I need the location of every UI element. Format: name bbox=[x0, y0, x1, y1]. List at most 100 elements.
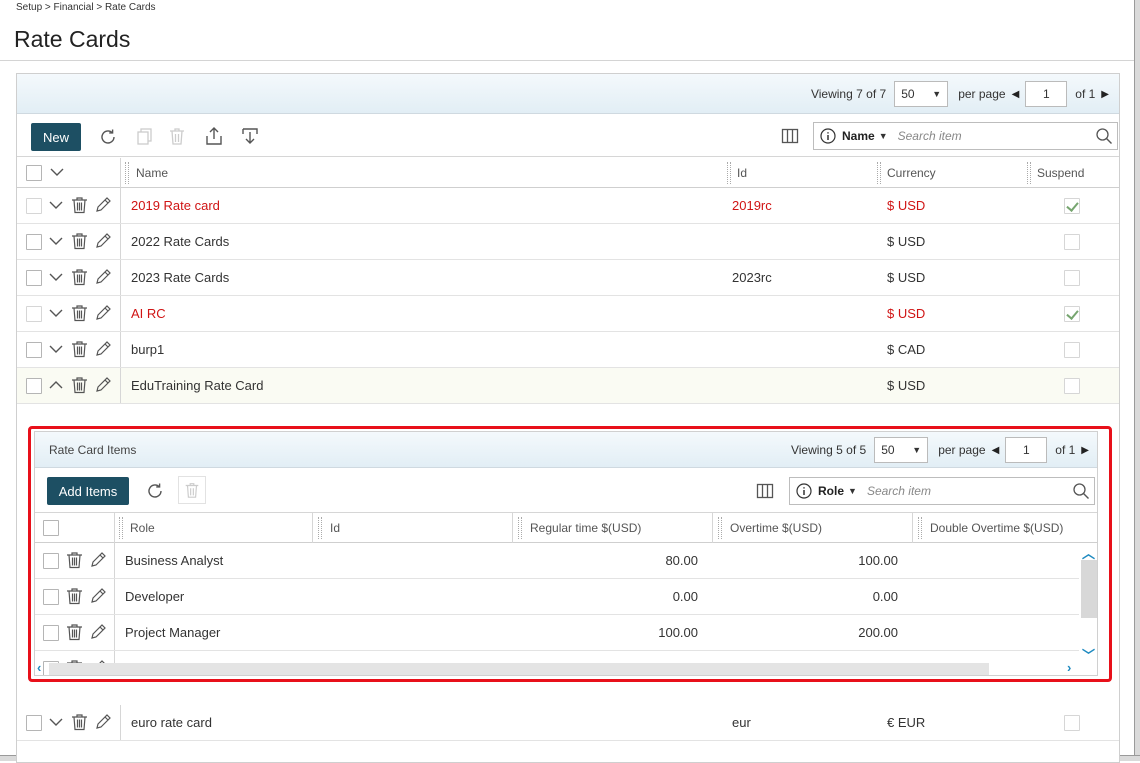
column-grip[interactable] bbox=[125, 162, 129, 184]
column-grip[interactable] bbox=[918, 517, 922, 539]
delete-icon[interactable] bbox=[71, 376, 89, 394]
table-row[interactable]: 2022 Rate Cards $ USD bbox=[17, 224, 1119, 260]
column-header-regular-time[interactable]: Regular time $(USD) bbox=[530, 513, 641, 543]
edit-icon[interactable] bbox=[89, 551, 107, 569]
row-checkbox[interactable] bbox=[43, 553, 59, 569]
next-page-icon[interactable]: ▶ bbox=[1081, 445, 1089, 456]
table-row[interactable]: Developer 0.00 0.00 bbox=[35, 579, 1079, 615]
delete-icon[interactable] bbox=[66, 551, 84, 569]
edit-icon[interactable] bbox=[94, 304, 112, 322]
cell-name[interactable]: 2023 Rate Cards bbox=[131, 260, 229, 295]
table-row[interactable]: Business Analyst 80.00 100.00 bbox=[35, 543, 1079, 579]
items-search-box[interactable]: Role ▼ Search item bbox=[789, 477, 1095, 505]
expand-row-icon[interactable] bbox=[48, 341, 66, 359]
column-grip[interactable] bbox=[727, 162, 731, 184]
edit-icon[interactable] bbox=[94, 268, 112, 286]
refresh-icon[interactable] bbox=[96, 125, 120, 149]
column-grip[interactable] bbox=[1027, 162, 1031, 184]
delete-icon[interactable] bbox=[66, 623, 84, 641]
table-row[interactable]: 2023 Rate Cards 2023rc $ USD bbox=[17, 260, 1119, 296]
column-grip[interactable] bbox=[518, 517, 522, 539]
items-search-input[interactable]: Search item bbox=[867, 484, 931, 498]
cell-name[interactable]: 2019 Rate card bbox=[131, 188, 220, 223]
column-grip[interactable] bbox=[877, 162, 881, 184]
table-row[interactable]: 2019 Rate card 2019rc $ USD bbox=[17, 188, 1119, 224]
table-row[interactable]: Project Manager 100.00 200.00 bbox=[35, 615, 1079, 651]
search-box[interactable]: Name ▼ Search item bbox=[813, 122, 1118, 150]
cell-name[interactable]: AI RC bbox=[131, 296, 166, 331]
select-all-checkbox[interactable] bbox=[26, 165, 42, 181]
edit-icon[interactable] bbox=[89, 623, 107, 641]
edit-icon[interactable] bbox=[94, 232, 112, 250]
delete-icon[interactable] bbox=[71, 713, 89, 731]
edit-icon[interactable] bbox=[94, 376, 112, 394]
search-icon[interactable] bbox=[1095, 127, 1113, 148]
select-all-checkbox[interactable] bbox=[43, 520, 59, 536]
expand-row-icon[interactable] bbox=[48, 269, 66, 287]
per-page-select[interactable]: 50 ▼ bbox=[894, 81, 949, 107]
column-header-name[interactable]: Name bbox=[136, 158, 168, 188]
expand-row-icon[interactable] bbox=[48, 197, 66, 215]
expand-all-icon[interactable] bbox=[49, 164, 67, 182]
delete-icon[interactable] bbox=[165, 124, 189, 148]
new-button[interactable]: New bbox=[31, 123, 81, 151]
delete-icon[interactable] bbox=[66, 587, 84, 605]
copy-icon[interactable] bbox=[133, 124, 157, 148]
row-checkbox[interactable] bbox=[43, 589, 59, 605]
scroll-down-icon[interactable]: ﹀ bbox=[1082, 645, 1095, 664]
vertical-scrollbar[interactable] bbox=[1081, 560, 1097, 618]
delete-icon[interactable] bbox=[71, 232, 89, 250]
delete-icon[interactable] bbox=[71, 340, 89, 358]
cell-role[interactable]: Project Manager bbox=[125, 615, 220, 650]
row-checkbox[interactable] bbox=[43, 625, 59, 641]
chevron-down-icon[interactable]: ▼ bbox=[848, 486, 857, 496]
cell-role[interactable]: Developer bbox=[125, 579, 184, 614]
table-row[interactable]: EduTraining Rate Card $ USD bbox=[17, 368, 1119, 404]
column-header-suspend[interactable]: Suspend bbox=[1037, 158, 1084, 188]
cell-role[interactable]: Business Analyst bbox=[125, 543, 223, 578]
search-icon[interactable] bbox=[1072, 482, 1090, 503]
export-icon[interactable] bbox=[202, 124, 226, 148]
search-input[interactable]: Search item bbox=[898, 129, 962, 143]
delete-icon[interactable] bbox=[178, 476, 206, 504]
columns-icon[interactable] bbox=[778, 124, 802, 148]
expand-row-icon[interactable] bbox=[48, 714, 66, 732]
cell-name[interactable]: EduTraining Rate Card bbox=[131, 368, 263, 403]
row-checkbox[interactable] bbox=[26, 715, 42, 731]
column-header-double-overtime[interactable]: Double Overtime $(USD) bbox=[930, 513, 1063, 543]
items-search-field-selector[interactable]: Role bbox=[818, 484, 844, 498]
column-header-role[interactable]: Role bbox=[130, 513, 155, 543]
table-row[interactable]: burp1 $ CAD bbox=[17, 332, 1119, 368]
edit-icon[interactable] bbox=[89, 587, 107, 605]
column-header-currency[interactable]: Currency bbox=[887, 158, 936, 188]
cell-name[interactable]: euro rate card bbox=[131, 705, 212, 740]
column-header-id[interactable]: Id bbox=[330, 513, 340, 543]
scroll-right-icon[interactable]: › bbox=[1067, 660, 1071, 675]
previous-page-icon[interactable]: ◀ bbox=[992, 445, 1000, 456]
add-items-button[interactable]: Add Items bbox=[47, 477, 129, 505]
edit-icon[interactable] bbox=[94, 713, 112, 731]
items-page-number-input[interactable]: 1 bbox=[1005, 437, 1048, 463]
page-number-input[interactable]: 1 bbox=[1025, 81, 1068, 107]
search-field-selector[interactable]: Name bbox=[842, 129, 875, 143]
cell-name[interactable]: 2022 Rate Cards bbox=[131, 224, 229, 259]
delete-icon[interactable] bbox=[71, 196, 89, 214]
expand-row-icon[interactable] bbox=[48, 305, 66, 323]
table-row[interactable]: AI RC $ USD bbox=[17, 296, 1119, 332]
table-row[interactable]: euro rate card eur € EUR bbox=[17, 705, 1119, 741]
items-per-page-select[interactable]: 50 ▼ bbox=[874, 437, 929, 463]
row-checkbox[interactable] bbox=[26, 306, 42, 322]
row-checkbox[interactable] bbox=[26, 378, 42, 394]
next-page-icon[interactable]: ▶ bbox=[1101, 89, 1109, 100]
column-header-id[interactable]: Id bbox=[737, 158, 747, 188]
delete-icon[interactable] bbox=[71, 304, 89, 322]
edit-icon[interactable] bbox=[94, 340, 112, 358]
expand-row-icon[interactable] bbox=[48, 233, 66, 251]
import-icon[interactable] bbox=[238, 124, 262, 148]
breadcrumb[interactable]: Setup > Financial > Rate Cards bbox=[16, 2, 156, 13]
previous-page-icon[interactable]: ◀ bbox=[1012, 89, 1020, 100]
columns-icon[interactable] bbox=[753, 479, 777, 503]
refresh-icon[interactable] bbox=[143, 479, 167, 503]
chevron-down-icon[interactable]: ▼ bbox=[879, 131, 888, 141]
delete-icon[interactable] bbox=[71, 268, 89, 286]
